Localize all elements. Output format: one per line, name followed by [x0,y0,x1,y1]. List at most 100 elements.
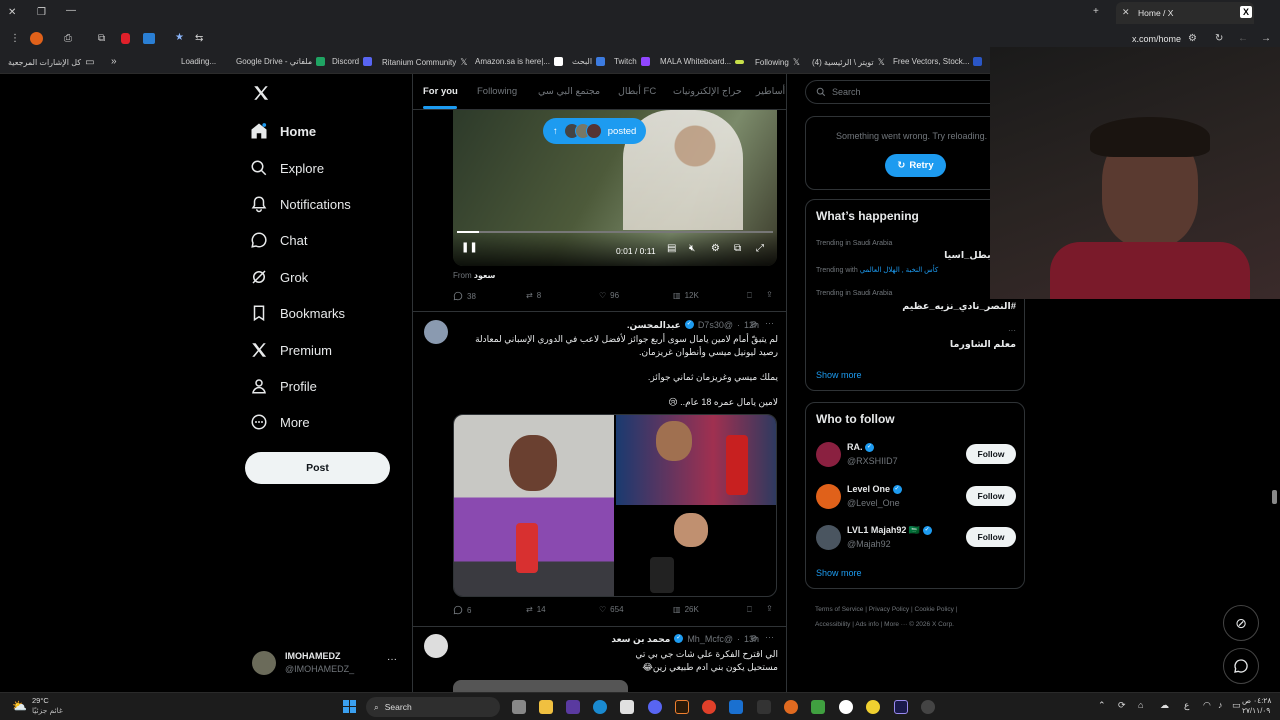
more-dots-icon[interactable]: ··· [387,654,397,665]
new-tab-icon[interactable]: + [1093,6,1099,17]
clock-date[interactable]: ٢٧/١١/٠٩ [1242,706,1270,715]
close-window-icon[interactable]: ✕ [8,7,16,18]
share-icon[interactable]: ⇪ [766,604,773,613]
post-button[interactable]: Post [245,452,390,484]
tray-icon[interactable]: ⌂ [1138,700,1143,710]
page-scrollbar[interactable] [1272,490,1277,504]
bookmark-freevectors[interactable]: Free Vectors, Stock... [893,57,983,66]
blender-icon[interactable] [784,700,798,714]
footer-link[interactable]: Terms of Service [815,606,863,613]
after-effects-icon[interactable] [894,700,908,714]
pin-extension-icon[interactable] [121,33,130,44]
tab-legends[interactable]: أساطير [756,86,785,97]
browser-tab[interactable]: ✕ Home / X [1116,2,1254,24]
pause-icon[interactable]: ❚❚ [461,242,478,253]
taskbar-search[interactable]: ⌕ Search [366,697,500,717]
video-progress-track[interactable] [457,231,773,233]
tweet-image-grid[interactable] [453,414,777,597]
footer-link[interactable]: More ··· [884,621,907,628]
chevron-double-icon[interactable]: » [111,56,117,67]
footer-link[interactable]: Cookie Policy [915,606,954,613]
bookmark-all[interactable]: كل الإشارات المرجعية ▭ [8,57,95,68]
show-more-link[interactable]: Show more [816,568,862,578]
tab-following[interactable]: Following [477,86,517,97]
grok-float-icon[interactable]: ⊘ [1223,605,1259,641]
bookmark-mala[interactable]: MALA Whiteboard... [660,57,745,66]
bookmark-post-icon[interactable]: ⎕ [747,291,752,301]
forward-icon[interactable]: ← [1238,33,1248,44]
bookmark-twitter-home[interactable]: تويتر \ الرئيسية (4) 𝕏 [812,57,885,68]
reply-button[interactable]: 6 [453,605,471,615]
screenshot-icon[interactable]: ⎙ [64,33,72,44]
app-icon[interactable] [839,700,853,714]
more-dots-icon[interactable]: ··· [765,632,774,642]
visual-studio-icon[interactable] [566,700,580,714]
follow-button[interactable]: Follow [966,486,1016,506]
bookmark-drive[interactable]: Google Drive - ملفاتي [236,57,326,66]
grok-icon[interactable]: ⊘ [750,319,758,330]
app-icon[interactable] [811,700,825,714]
image-player-1[interactable] [454,415,614,596]
bookmark-following[interactable]: Following 𝕏 [755,57,800,68]
footer-link[interactable]: Ads info [855,621,879,628]
share-page-icon[interactable]: ⇆ [195,33,203,44]
back-icon[interactable]: → [1261,33,1271,44]
author-handle[interactable]: @D7s30 [698,320,733,331]
weather-icon[interactable]: ⛅ [12,699,27,713]
bookmark-search[interactable]: البحث [572,57,606,66]
nav-chat[interactable]: Chat [250,231,307,249]
nav-bookmarks[interactable]: Bookmarks [250,304,345,322]
clock-time[interactable]: ٠٤:٢٨ ص [1242,696,1271,705]
address-bar[interactable]: x.com/home [1132,34,1181,44]
pip-icon[interactable]: ⧉ [734,243,741,254]
follow-suggestion[interactable]: LVL1 Majah92 🇸🇦 ✓ @Majah92 Follow [806,522,1026,556]
search-input[interactable]: Search [805,80,1020,104]
settings-gear-icon[interactable]: ⚙ [711,243,720,254]
more-dots-icon[interactable]: ··· [1008,326,1016,335]
discord-taskbar-icon[interactable] [648,700,662,714]
extensions-puzzle-icon[interactable]: ⧉ [98,33,105,44]
x-logo-icon[interactable] [252,84,270,102]
edge-icon[interactable] [593,700,607,714]
tray-icon[interactable]: ⟳ [1118,700,1126,711]
messages-float-button[interactable] [1223,648,1259,684]
bookmark-star-icon[interactable]: ★ [175,32,184,43]
captions-icon[interactable]: ▤ [667,243,676,254]
store-icon[interactable] [620,700,634,714]
like-button[interactable]: ♡ 654 [599,605,624,614]
tab-pc-community[interactable]: مجتمع البي سي [538,86,600,97]
like-button[interactable]: ♡ 96 [599,291,619,300]
site-settings-icon[interactable]: ⚙ [1188,33,1197,44]
more-dots-icon[interactable]: ··· [765,318,774,328]
weather-temp[interactable]: 29°C [32,696,49,705]
tray-icon[interactable]: ☁ [1160,700,1169,711]
image-player-3[interactable] [616,507,776,596]
tab-electronics[interactable]: حراج الإلكترونيات [673,86,742,97]
author-name[interactable]: عبدالمحسن. [627,320,681,331]
views-button[interactable]: ▥ 12K [673,291,699,300]
extension-icon[interactable] [30,32,43,45]
nav-more[interactable]: More [250,413,310,431]
volume-icon[interactable]: ♪ [1218,700,1223,710]
nav-premium[interactable]: Premium [250,341,332,359]
image-player-2[interactable] [616,415,776,505]
nav-notifications[interactable]: Notifications [250,195,351,213]
bookmark-loading[interactable]: Loading... [181,57,216,66]
app-icon[interactable] [866,700,880,714]
minimize-icon[interactable]: — [66,5,76,16]
new-posts-pill[interactable]: ↑ posted [543,118,647,144]
account-switcher[interactable]: IMOHAMEDZ @IMOHAMEDZ_ ··· [252,649,402,681]
repost-button[interactable]: ⇄ 14 [526,605,546,614]
show-more-link[interactable]: Show more [816,370,862,380]
reply-button[interactable]: 38 [453,291,476,301]
grok-icon[interactable]: ⊘ [750,633,758,644]
bookmark-discord[interactable]: Discord [332,57,373,66]
bookmark-amazon[interactable]: Amazon.sa is here|... [475,57,563,66]
views-button[interactable]: ▥ 26K [673,605,699,614]
retry-button[interactable]: ↻ Retry [885,154,946,177]
follow-suggestion[interactable]: RA. ✓ @RXSHIID7 Follow [806,439,1026,473]
tab-for-you[interactable]: For you [423,86,458,97]
file-explorer-icon[interactable] [539,700,553,714]
chrome-icon[interactable] [702,700,716,714]
nav-explore[interactable]: Explore [250,159,324,177]
